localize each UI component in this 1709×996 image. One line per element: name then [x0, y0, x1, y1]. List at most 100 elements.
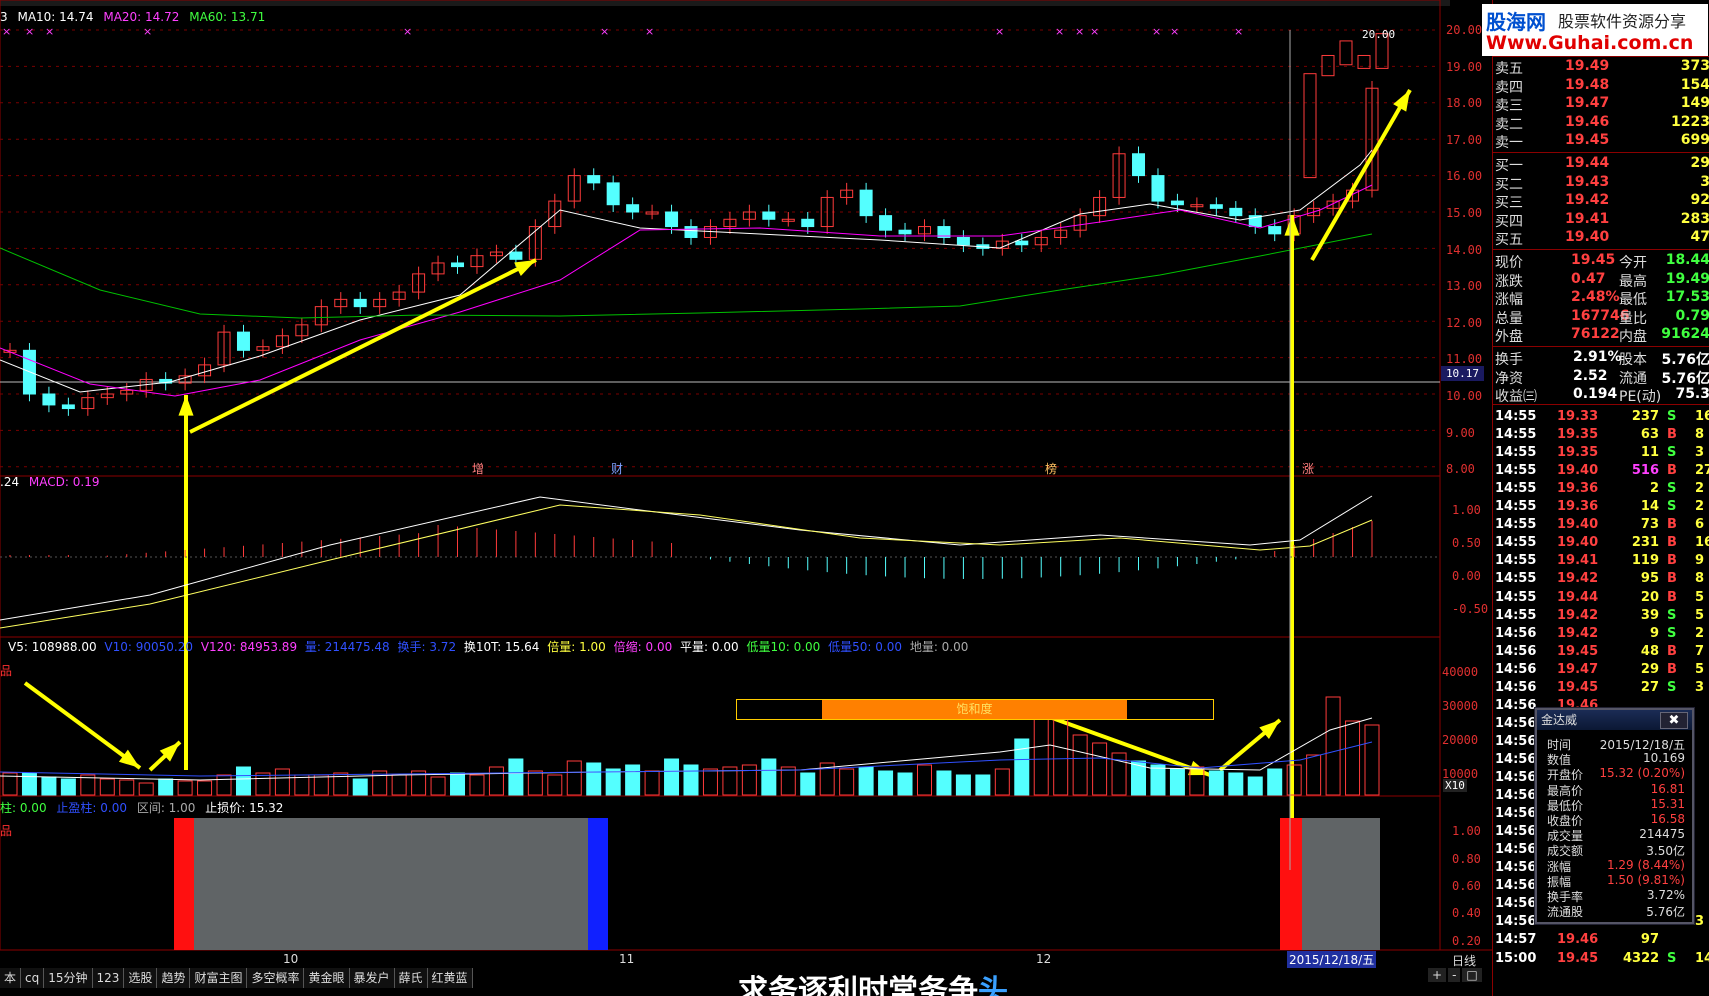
- bid-vol: 29: [1690, 155, 1709, 171]
- tick-price: 19.44: [1557, 589, 1599, 605]
- tick-time: 14:56: [1495, 896, 1537, 912]
- bid-row: 买三 19.42 92: [1493, 192, 1709, 212]
- bottom-caption-text: 求务逐利时常务争: [738, 974, 978, 996]
- tick-count: 3: [1695, 914, 1705, 930]
- tick-price: 19.45: [1557, 643, 1599, 659]
- data-popup[interactable]: 金达威 ✖ 时间 2015/12/18/五 数值 10.169 开盘价 15.32 (0.…: [1535, 708, 1694, 924]
- kline-chart[interactable]: × × × × × × × × × × × × × ×: [0, 0, 1492, 996]
- candle-body: [509, 251, 523, 260]
- panel-frame: [0, 0, 1441, 477]
- candle-body: [956, 236, 970, 246]
- tab-9[interactable]: 暴发户: [349, 968, 395, 988]
- tick-time: 14:56: [1495, 824, 1537, 840]
- stat-value: 2.52: [1573, 367, 1608, 384]
- tab-11[interactable]: 红黄蓝: [427, 968, 473, 988]
- candle-body: [665, 211, 679, 228]
- stop-tick: 0.80: [1452, 852, 1481, 866]
- tick-row: 14:55 19.42 39 S 5: [1493, 608, 1709, 626]
- tab-8[interactable]: 黄金眼: [304, 968, 350, 988]
- tab-0[interactable]: 本: [0, 968, 22, 988]
- tick-row: 14:55 19.41 119 B 9: [1493, 553, 1709, 571]
- zoom-out-button[interactable]: -: [1448, 968, 1461, 982]
- candle-body: [61, 404, 75, 410]
- price-tick: 15.00: [1446, 206, 1483, 220]
- bid-label: 买二: [1495, 176, 1523, 193]
- tab-1[interactable]: cq: [21, 968, 45, 988]
- tick-vol: 14: [1640, 499, 1659, 515]
- stat-label: 股本: [1619, 352, 1647, 368]
- marker-zeng: 增: [472, 462, 485, 476]
- bid-row: 买二 19.43 3: [1493, 173, 1709, 193]
- ma60-label: MA60: 13.71: [189, 10, 266, 24]
- popup-title-bar[interactable]: 金达威 ✖: [1537, 710, 1692, 730]
- signal-x-marker: ×: [1055, 25, 1064, 38]
- tab-3[interactable]: 123: [92, 968, 125, 988]
- price-tick: 13.00: [1446, 279, 1483, 294]
- signal-x-marker: ×: [1075, 25, 1084, 38]
- tab-4[interactable]: 选股: [124, 968, 158, 988]
- tick-row: 14:55 19.40 231 B 16: [1493, 535, 1709, 553]
- tick-count: 7: [1695, 643, 1705, 659]
- signal-x-marker: ×: [1234, 25, 1243, 38]
- logo-line1: 股海网: [1486, 10, 1546, 34]
- popup-row: 开盘价 15.32 (0.20%): [1541, 766, 1687, 782]
- bid-label: 买四: [1495, 213, 1523, 230]
- tick-vol: 237: [1631, 409, 1659, 424]
- stop-blue-block: [588, 818, 608, 950]
- tick-time: 14:57: [1495, 932, 1537, 948]
- zoom-in-button[interactable]: +: [1428, 968, 1447, 982]
- stat-value: 91624: [1661, 326, 1709, 343]
- tick-vol: 39: [1640, 607, 1659, 623]
- tick-price: 19.42: [1557, 571, 1599, 587]
- ask-vol: 154: [1680, 76, 1709, 93]
- tab-2[interactable]: 15分钟: [44, 968, 93, 988]
- annotation-arrow: [23, 681, 142, 770]
- stat-value: 19.49: [1665, 270, 1709, 287]
- tab-5[interactable]: 趋势: [157, 968, 191, 988]
- price-tick: 18.00: [1446, 96, 1483, 111]
- tab-10[interactable]: 薛氏: [394, 968, 428, 988]
- signal-x-marker: ×: [995, 25, 1004, 38]
- ask-vol: 699: [1680, 132, 1709, 149]
- stat-value: 5.76亿: [1661, 370, 1709, 387]
- cursor-date-label: 2015/12/18/五: [1287, 951, 1377, 968]
- tick-time: 14:56: [1495, 878, 1537, 894]
- panel-divider: [1493, 404, 1709, 405]
- popup-value: 1.50 (9.81%): [1606, 872, 1685, 887]
- bid-label: 买三: [1495, 195, 1523, 212]
- volume-bar: [547, 774, 563, 796]
- ask-row: 卖二 19.46 1223: [1493, 114, 1709, 133]
- popup-value: 16.81: [1650, 781, 1685, 796]
- stat-label: 净资: [1495, 370, 1523, 387]
- stat-label: 最低: [1619, 292, 1647, 309]
- huanshou-label: 换手: 3.72: [397, 640, 457, 654]
- popup-row: 时间 2015/12/18/五: [1541, 736, 1687, 752]
- stat-label: 内盘: [1619, 329, 1647, 346]
- tick-count: 27: [1695, 463, 1709, 479]
- tab-6[interactable]: 财富主图: [190, 968, 248, 988]
- tick-row: 14:55 19.40 516 B 27: [1493, 463, 1709, 481]
- volume-bar: [450, 772, 466, 796]
- panel-divider: [1493, 346, 1709, 347]
- panel-frame: [0, 636, 1441, 797]
- ask-label: 卖三: [1495, 98, 1523, 115]
- month-10: 10: [283, 952, 299, 966]
- bid-price: 19.43: [1565, 173, 1610, 190]
- tick-count: 5: [1695, 589, 1705, 605]
- tick-time: 14:55: [1495, 499, 1537, 515]
- tick-time: 14:55: [1495, 481, 1537, 497]
- tick-price: 19.47: [1557, 661, 1599, 677]
- volume-bar: [644, 770, 660, 796]
- period-label[interactable]: 日线: [1452, 952, 1476, 969]
- tick-vol: 20: [1640, 589, 1659, 605]
- popup-row: 流通股 5.76亿: [1541, 903, 1687, 919]
- tick-vol: 63: [1640, 427, 1659, 443]
- layout-button[interactable]: □: [1462, 968, 1482, 982]
- tick-count: 6: [1695, 517, 1705, 533]
- stop-tick: 0.60: [1452, 879, 1481, 893]
- volume-bar: [197, 780, 213, 796]
- popup-close-button[interactable]: ✖: [1660, 712, 1688, 729]
- macd-label: MACD: 0.19: [28, 475, 100, 489]
- diliang50-label: 低量50: 0.00: [828, 640, 902, 654]
- tab-7[interactable]: 多空概率: [247, 968, 305, 988]
